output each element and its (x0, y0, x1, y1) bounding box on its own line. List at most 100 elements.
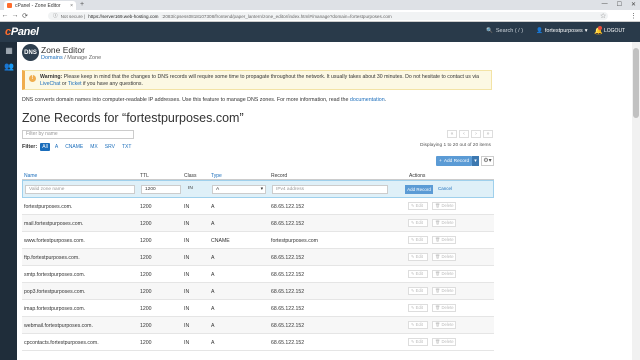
record-ttl: 1200 (140, 272, 152, 278)
notification-dot (598, 26, 602, 30)
breadcrumb-domains-link[interactable]: Domains (41, 55, 63, 61)
filter-all[interactable]: All (40, 143, 50, 151)
breadcrumb: Domains / Manage Zone (41, 55, 101, 61)
edit-button[interactable]: ✎ Edit (408, 338, 428, 346)
reload-icon[interactable]: ⟳ (20, 12, 30, 20)
record-type: A (211, 340, 215, 346)
record-type: A (211, 306, 215, 312)
edit-button[interactable]: ✎ Edit (408, 321, 428, 329)
breadcrumb-current: Manage Zone (67, 55, 102, 61)
header-class: Class (184, 173, 197, 179)
cpanel-header: cPanel 🔍 Search ( / ) 👤 fortestpurposes … (0, 22, 640, 42)
record-class: IN (184, 306, 190, 312)
header-record: Record (271, 173, 288, 179)
record-class: IN (184, 238, 190, 244)
new-record-address-input[interactable]: IPv4 address (272, 185, 388, 194)
tab-title: cPanel - Zone Editor (15, 2, 61, 9)
record-type: CNAME (211, 238, 230, 244)
next-page-button[interactable]: › (471, 130, 481, 138)
edit-button[interactable]: ✎ Edit (408, 202, 428, 210)
grid-icon[interactable]: ▦ (4, 46, 14, 55)
header-type[interactable]: Type (211, 173, 222, 179)
maximize-icon[interactable]: ☐ (617, 1, 622, 8)
record-value: 68.65.122.152 (271, 204, 305, 210)
filter-mx[interactable]: MX (88, 143, 100, 151)
notifications-button[interactable]: 🔔 (594, 26, 603, 35)
filter-by-name-input[interactable]: Filter by name (22, 130, 134, 139)
edit-button[interactable]: ✎ Edit (408, 253, 428, 261)
header-search[interactable]: 🔍 Search ( / ) (486, 28, 523, 34)
filter-txt[interactable]: TXT (120, 143, 133, 151)
delete-button[interactable]: 🗑 Delete (432, 287, 456, 295)
last-page-button[interactable]: » (483, 130, 493, 138)
tab-close-icon[interactable]: × (70, 3, 73, 9)
edit-button[interactable]: ✎ Edit (408, 270, 428, 278)
ticket-link[interactable]: Ticket (68, 81, 82, 87)
filter-a[interactable]: A (53, 143, 60, 151)
record-name: pop3.fortestpurposes.com. (24, 289, 86, 295)
record-ttl: 1200 (140, 289, 152, 295)
back-icon[interactable]: ← (0, 12, 10, 19)
new-record-type-select[interactable]: A ▾ (212, 185, 266, 194)
new-record-ttl-input[interactable]: 1200 (141, 185, 181, 194)
add-record-dropdown[interactable]: ▾ (472, 156, 479, 166)
record-name: cpcontacts.fortestpurposes.com. (24, 340, 99, 346)
record-value: fortestpurposes.com (271, 238, 318, 244)
delete-button[interactable]: 🗑 Delete (432, 338, 456, 346)
url-field[interactable]: ⓘ Not secure | https://server169.web-hos… (48, 12, 608, 20)
add-record-label: Add Record (443, 158, 470, 164)
displaying-count: Displaying 1 to 20 out of 20 items (420, 143, 491, 148)
zone-records-title: Zone Records for “fortestpurposes.com” (22, 111, 244, 125)
delete-button[interactable]: 🗑 Delete (432, 236, 456, 244)
documentation-link[interactable]: documentation (350, 97, 385, 103)
record-class: IN (184, 289, 190, 295)
header-name[interactable]: Name (24, 173, 37, 179)
browser-tab[interactable]: cPanel - Zone Editor × (4, 1, 76, 10)
edit-button[interactable]: ✎ Edit (408, 236, 428, 244)
edit-button[interactable]: ✎ Edit (408, 219, 428, 227)
minimize-icon[interactable]: — (602, 1, 608, 8)
delete-button[interactable]: 🗑 Delete (432, 253, 456, 261)
delete-button[interactable]: 🗑 Delete (432, 219, 456, 227)
new-record-name-input[interactable]: Valid zone name (25, 185, 135, 194)
table-row: www.fortestpurposes.com. 1200 IN CNAME f… (22, 232, 494, 249)
table-row: webmail.fortestpurposes.com. 1200 IN A 6… (22, 317, 494, 334)
user-menu[interactable]: 👤 fortestpurposes ▾ (536, 28, 588, 34)
table-row: imap.fortestpurposes.com. 1200 IN A 68.6… (22, 300, 494, 317)
filter-srv[interactable]: SRV (103, 143, 117, 151)
sidebar: ▦ 👥 (0, 42, 17, 360)
new-record-row: Valid zone name 1200 IN A ▾ IPv4 address… (22, 180, 494, 198)
delete-button[interactable]: 🗑 Delete (432, 321, 456, 329)
scrollbar-thumb[interactable] (633, 48, 639, 118)
users-icon[interactable]: 👥 (4, 62, 14, 71)
bookmark-star-icon[interactable]: ☆ (600, 12, 606, 20)
livechat-link[interactable]: LiveChat (40, 81, 60, 87)
record-name: fortestpurposes.com. (24, 204, 73, 210)
edit-button[interactable]: ✎ Edit (408, 304, 428, 312)
browser-menu-icon[interactable]: ⋮ (630, 12, 637, 20)
page-title: Zone Editor (41, 45, 85, 55)
delete-button[interactable]: 🗑 Delete (432, 270, 456, 278)
add-record-button[interactable]: + Add Record (436, 156, 472, 166)
forward-icon[interactable]: → (10, 12, 20, 19)
url-security-label: Not secure | (60, 13, 86, 19)
prev-page-button[interactable]: ‹ (459, 130, 469, 138)
logout-button[interactable]: LOGOUT (604, 28, 625, 34)
window-close-icon[interactable]: ✕ (631, 1, 636, 8)
record-ttl: 1200 (140, 221, 152, 227)
settings-gear-icon[interactable]: ⚙▾ (481, 156, 494, 166)
edit-button[interactable]: ✎ Edit (408, 287, 428, 295)
cancel-link[interactable]: Cancel (438, 186, 452, 191)
page-scrollbar[interactable] (632, 42, 640, 360)
delete-button[interactable]: 🗑 Delete (432, 304, 456, 312)
add-record-submit-button[interactable]: Add Record (405, 185, 433, 194)
delete-button[interactable]: 🗑 Delete (432, 202, 456, 210)
search-label: Search ( / ) (495, 28, 524, 34)
record-type: A (211, 323, 215, 329)
record-name: mail.fortestpurposes.com. (24, 221, 84, 227)
filter-cname[interactable]: CNAME (63, 143, 85, 151)
first-page-button[interactable]: « (447, 130, 457, 138)
site-info-icon[interactable]: ⓘ (53, 13, 58, 19)
cpanel-logo[interactable]: cPanel (5, 26, 39, 38)
new-tab-button[interactable]: + (80, 1, 84, 8)
